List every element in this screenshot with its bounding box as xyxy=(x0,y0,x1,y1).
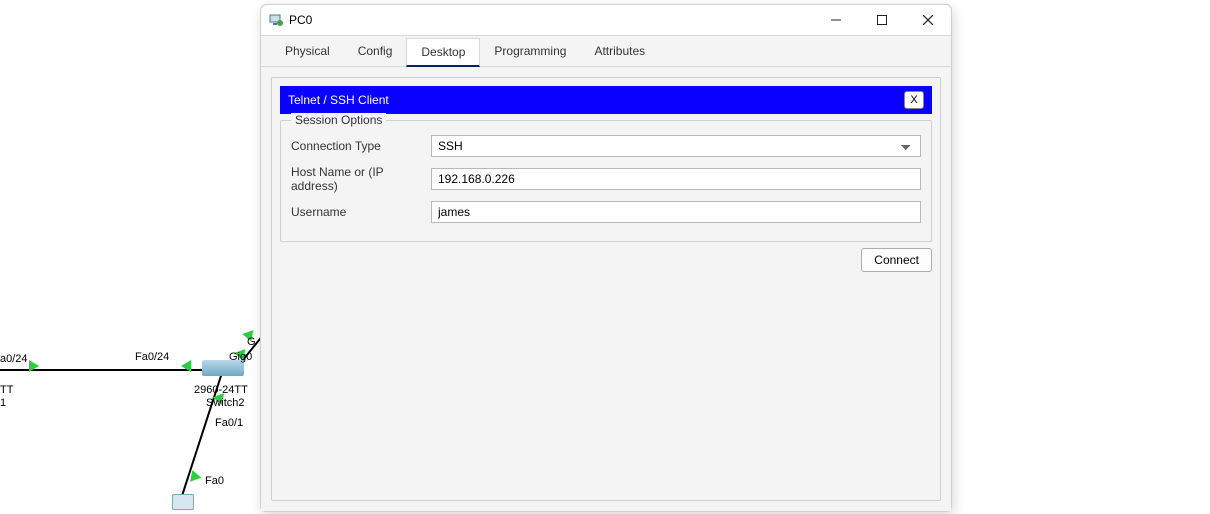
host-label: Host Name or (IP address) xyxy=(291,165,431,193)
device-label: TT xyxy=(0,384,13,396)
maximize-button[interactable] xyxy=(859,5,905,35)
username-input[interactable] xyxy=(431,201,921,223)
panel-title: Telnet / SSH Client xyxy=(288,93,389,107)
connect-button[interactable]: Connect xyxy=(861,248,932,272)
session-options-group: Session Options Connection Type SSH Host… xyxy=(280,120,932,242)
desktop-app-frame: Telnet / SSH Client X Session Options Co… xyxy=(271,77,941,501)
port-label: Fa0/24 xyxy=(135,351,169,363)
port-label: a0/24 xyxy=(0,353,28,365)
tab-physical[interactable]: Physical xyxy=(271,38,344,66)
device-label: 1 xyxy=(0,397,6,409)
telnet-ssh-panel-header: Telnet / SSH Client X xyxy=(280,86,932,114)
tab-bar: Physical Config Desktop Programming Attr… xyxy=(261,35,951,67)
group-legend: Session Options xyxy=(291,113,386,127)
app-icon xyxy=(269,13,283,27)
device-label: 2960-24TT xyxy=(194,384,248,396)
window-title: PC0 xyxy=(289,13,312,27)
host-input[interactable] xyxy=(431,168,921,190)
close-button[interactable] xyxy=(905,5,951,35)
port-label: G xyxy=(247,336,256,348)
tab-programming[interactable]: Programming xyxy=(480,38,580,66)
connection-type-label: Connection Type xyxy=(291,139,431,153)
panel-close-button[interactable]: X xyxy=(904,91,924,109)
port-label: Fa0/1 xyxy=(215,417,243,429)
port-label: Gig0 xyxy=(229,351,252,363)
tab-config[interactable]: Config xyxy=(344,38,407,66)
port-label: Fa0 xyxy=(205,475,224,487)
tab-desktop[interactable]: Desktop xyxy=(406,38,480,67)
connection-type-select[interactable]: SSH xyxy=(431,135,921,157)
username-label: Username xyxy=(291,205,431,219)
pc0-window: PC0 Physical Config Desktop Programming … xyxy=(260,4,952,512)
minimize-button[interactable] xyxy=(813,5,859,35)
window-titlebar[interactable]: PC0 xyxy=(261,5,951,35)
device-label: Switch2 xyxy=(206,397,245,409)
tab-attributes[interactable]: Attributes xyxy=(580,38,659,66)
